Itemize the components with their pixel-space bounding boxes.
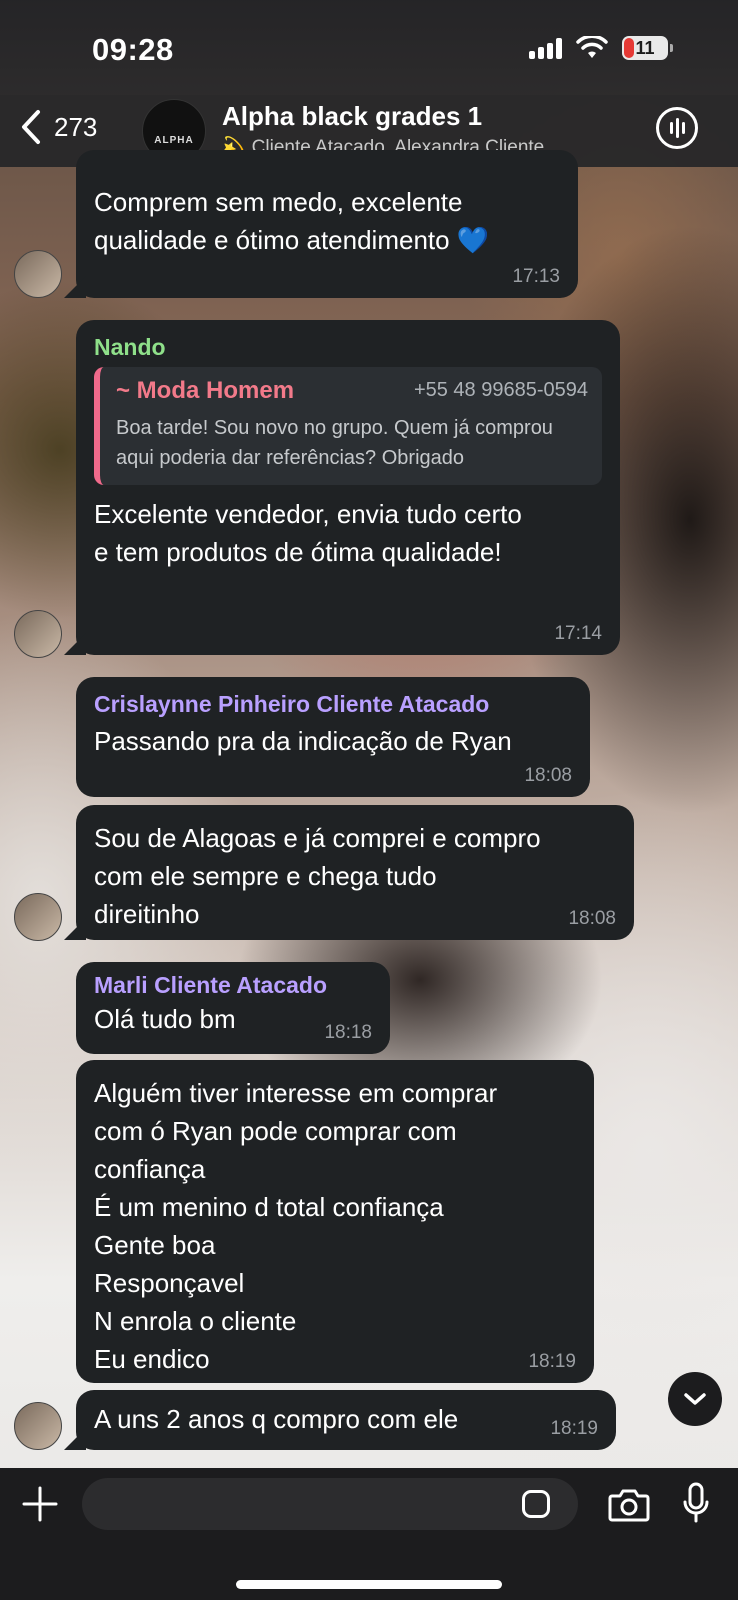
message-time: 17:14 — [554, 623, 602, 644]
message-bubble[interactable]: Crislaynne Pinheiro Cliente Atacado Pass… — [76, 677, 590, 797]
battery-level: 11 — [635, 37, 655, 58]
message-time: 18:18 — [324, 1022, 372, 1043]
status-bar: 09:28 11 — [0, 0, 738, 95]
message-input[interactable] — [82, 1478, 578, 1530]
quoted-message[interactable]: ~ Moda Homem +55 48 99685-0594 Boa tarde… — [94, 367, 602, 485]
battery-icon: 11 — [622, 36, 673, 60]
message-bubble[interactable]: Marli Cliente Atacado Olá tudo bm 18:18 — [76, 962, 390, 1054]
message-text: Alguém tiver interesse em comprar com ó … — [94, 1078, 498, 1374]
avatar[interactable] — [14, 250, 62, 298]
avatar[interactable] — [14, 1402, 62, 1450]
quoted-phone: +55 48 99685-0594 — [413, 379, 588, 401]
quoted-sender: ~ Moda Homem — [116, 377, 295, 404]
voice-chat-button[interactable] — [656, 107, 698, 149]
message-time: 18:19 — [550, 1418, 598, 1439]
message-sender[interactable]: Nando — [94, 334, 602, 361]
back-button[interactable]: 273 — [20, 109, 97, 145]
camera-icon[interactable] — [608, 1488, 650, 1522]
sticker-icon[interactable] — [522, 1490, 550, 1518]
message-bubble[interactable]: Nando ~ Moda Homem +55 48 99685-0594 Boa… — [76, 320, 620, 655]
message-time: 18:08 — [524, 765, 572, 786]
microphone-icon[interactable] — [682, 1482, 710, 1524]
quoted-text: Boa tarde! Sou novo no grupo. Quem já co… — [116, 417, 553, 469]
message-bubble[interactable]: Alguém tiver interesse em comprar com ó … — [76, 1060, 594, 1383]
avatar[interactable] — [14, 893, 62, 941]
message-sender[interactable]: Marli Cliente Atacado — [94, 972, 372, 999]
avatar[interactable] — [14, 610, 62, 658]
message-text: Passando pra da indicação de Ryan — [94, 726, 512, 756]
message-bubble[interactable]: Comprem sem medo, excelente qualidade e … — [76, 150, 578, 298]
message-text: Sou de Alagoas e já comprei e compro com… — [94, 823, 541, 929]
chevron-left-icon — [22, 110, 40, 144]
composer-bar — [0, 1468, 738, 1600]
status-icons: 11 — [529, 36, 673, 60]
attach-button[interactable] — [22, 1486, 58, 1530]
message-bubble[interactable]: A uns 2 anos q compro com ele 18:19 — [76, 1390, 616, 1450]
message-time: 18:19 — [528, 1351, 576, 1372]
wifi-icon — [576, 36, 608, 58]
status-time: 09:28 — [92, 32, 174, 67]
message-time: 18:08 — [568, 908, 616, 929]
unread-count: 273 — [54, 111, 98, 142]
message-bubble[interactable]: Sou de Alagoas e já comprei e compro com… — [76, 805, 634, 940]
message-text: Excelente vendedor, envia tudo certo e t… — [94, 499, 522, 567]
group-title[interactable]: Alpha black grades 1 — [222, 101, 482, 132]
message-text: Comprem sem medo, excelente qualidade e … — [94, 187, 490, 255]
message-time: 17:13 — [512, 266, 560, 287]
plus-icon — [22, 1486, 58, 1522]
chevron-down-icon — [684, 1393, 706, 1405]
scroll-to-bottom-button[interactable] — [668, 1372, 722, 1426]
message-text: A uns 2 anos q compro com ele — [94, 1404, 459, 1434]
message-sender[interactable]: Crislaynne Pinheiro Cliente Atacado — [94, 691, 572, 718]
group-avatar-logo: ALPHA — [154, 134, 194, 146]
home-indicator[interactable] — [236, 1580, 502, 1589]
signal-icon — [529, 37, 562, 59]
